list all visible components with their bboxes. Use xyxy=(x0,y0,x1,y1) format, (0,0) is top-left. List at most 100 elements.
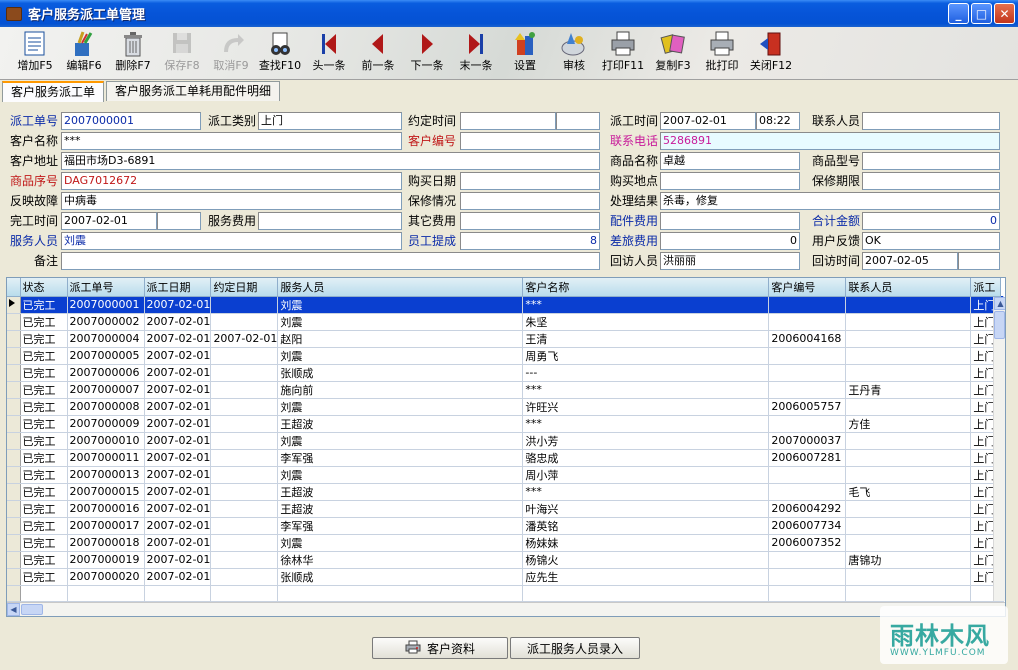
table-row[interactable]: 已完工 2007000011 2007-02-01 李军强 骆忠成 2006007281 上… xyxy=(7,449,1005,467)
grid-header-order-no[interactable]: 派工单号 xyxy=(67,278,145,297)
cell-order-no[interactable]: 2007000016 xyxy=(67,500,145,518)
cell-dispatch-date[interactable]: 2007-02-01 xyxy=(144,466,212,484)
staff-field[interactable]: 刘震 xyxy=(61,232,402,250)
grid-header-dispatch-date[interactable]: 派工日期 xyxy=(144,278,212,297)
cell-customer-name[interactable]: 杨妹妹 xyxy=(522,534,770,552)
purchase-place-field[interactable] xyxy=(660,172,800,190)
finish-clock-field[interactable] xyxy=(157,212,201,230)
scroll-left-arrow[interactable]: ◀ xyxy=(7,603,20,616)
cell-dispatch-date[interactable]: 2007-02-01 xyxy=(144,534,212,552)
horizontal-scroll-thumb[interactable] xyxy=(21,604,43,615)
table-row[interactable]: 已完工 2007000007 2007-02-01 施向前 *** 王丹青 上门 xyxy=(7,381,1005,399)
close-button[interactable]: 关闭F12 xyxy=(746,29,796,78)
cell-order-no[interactable]: 2007000008 xyxy=(67,398,145,416)
row-indicator[interactable] xyxy=(7,313,21,331)
cell-staff[interactable]: 李军强 xyxy=(277,517,524,535)
cell-order-no[interactable]: 2007000002 xyxy=(67,313,145,331)
cell-customer-no[interactable] xyxy=(768,296,847,314)
contact-field[interactable] xyxy=(862,112,1000,130)
address-field[interactable]: 福田市场D3-6891 xyxy=(61,152,600,170)
cell-contact[interactable] xyxy=(845,500,972,518)
cell-staff[interactable]: 刘震 xyxy=(277,398,524,416)
print-button[interactable]: 打印F11 xyxy=(598,29,648,78)
remark-field[interactable] xyxy=(61,252,600,270)
table-row[interactable]: 已完工 2007000015 2007-02-01 王超波 *** 毛飞 上门 xyxy=(7,483,1005,501)
cell-status[interactable]: 已完工 xyxy=(20,517,68,535)
service-fee-field[interactable] xyxy=(258,212,402,230)
tab-dispatch-order[interactable]: 客户服务派工单 xyxy=(2,81,105,102)
cell-customer-no[interactable]: 2006007734 xyxy=(768,517,847,535)
cell-staff[interactable]: 徐林华 xyxy=(277,551,524,569)
cell-customer-name[interactable]: 叶海兴 xyxy=(522,500,770,518)
cell-customer-name[interactable]: *** xyxy=(522,296,770,314)
cell-customer-name[interactable]: 许旺兴 xyxy=(522,398,770,416)
cell-status[interactable]: 已完工 xyxy=(20,313,68,331)
cell-customer-no[interactable]: 2006007281 xyxy=(768,449,847,467)
type-field[interactable]: 上门 xyxy=(258,112,402,130)
grid-header-appoint-date[interactable]: 约定日期 xyxy=(210,278,279,297)
visit-extra-field[interactable] xyxy=(958,252,1000,270)
cell-status[interactable]: 已完工 xyxy=(20,347,68,365)
customer-info-button[interactable]: 客户资料 xyxy=(372,637,508,659)
cell-status[interactable]: 已完工 xyxy=(20,432,68,450)
cell-status[interactable]: 已完工 xyxy=(20,466,68,484)
grid-header-dispatch-type[interactable]: 派工 xyxy=(970,278,1002,297)
grid-header-status[interactable]: 状态 xyxy=(20,278,68,297)
cell-contact[interactable] xyxy=(845,330,972,348)
cell-contact[interactable] xyxy=(845,466,972,484)
cell-contact[interactable] xyxy=(845,364,972,382)
cell-dispatch-date[interactable]: 2007-02-01 xyxy=(144,415,212,433)
product-model-field[interactable] xyxy=(862,152,1000,170)
row-indicator[interactable] xyxy=(7,347,21,365)
dispatch-date-field[interactable]: 2007-02-01 xyxy=(660,112,756,130)
cell-appoint-date[interactable] xyxy=(210,568,279,586)
cell-appoint-date[interactable] xyxy=(210,313,279,331)
visit-date-field[interactable]: 2007-02-05 xyxy=(862,252,958,270)
cell-staff[interactable]: 赵阳 xyxy=(277,330,524,348)
row-indicator[interactable] xyxy=(7,517,21,535)
cell-appoint-date[interactable] xyxy=(210,398,279,416)
cell-status[interactable]: 已完工 xyxy=(20,568,68,586)
other-fee-field[interactable] xyxy=(460,212,600,230)
cell-appoint-date[interactable] xyxy=(210,534,279,552)
cell-customer-name[interactable]: 应先生 xyxy=(522,568,770,586)
cell-order-no[interactable]: 2007000015 xyxy=(67,483,145,501)
cell-order-no[interactable]: 2007000020 xyxy=(67,568,145,586)
cell-dispatch-date[interactable]: 2007-02-01 xyxy=(144,313,212,331)
row-indicator[interactable] xyxy=(7,364,21,382)
cell-customer-no[interactable] xyxy=(768,466,847,484)
tab-parts-detail[interactable]: 客户服务派工单耗用配件明细 xyxy=(106,81,281,101)
row-indicator[interactable] xyxy=(7,415,21,433)
cell-order-no[interactable]: 2007000017 xyxy=(67,517,145,535)
parts-fee-field[interactable] xyxy=(660,212,800,230)
cell-order-no[interactable]: 2007000010 xyxy=(67,432,145,450)
row-indicator[interactable] xyxy=(7,551,21,569)
cell-customer-name[interactable]: *** xyxy=(522,381,770,399)
cell-appoint-date[interactable]: 2007-02-01 xyxy=(210,330,279,348)
cell-staff[interactable]: 王超波 xyxy=(277,415,524,433)
cell-contact[interactable] xyxy=(845,517,972,535)
cell-dispatch-date[interactable]: 2007-02-01 xyxy=(144,500,212,518)
minimize-button[interactable]: _ xyxy=(948,3,969,24)
cell-customer-no[interactable] xyxy=(768,415,847,433)
cell-dispatch-date[interactable]: 2007-02-01 xyxy=(144,364,212,382)
cell-status[interactable]: 已完工 xyxy=(20,449,68,467)
cell-appoint-date[interactable] xyxy=(210,551,279,569)
table-row[interactable]: 已完工 2007000001 2007-02-01 刘震 *** 上门 xyxy=(7,296,1005,314)
cell-order-no[interactable]: 2007000007 xyxy=(67,381,145,399)
cell-order-no[interactable]: 2007000006 xyxy=(67,364,145,382)
result-field[interactable]: 杀毒，修复 xyxy=(660,192,1000,210)
cell-contact[interactable]: 王丹青 xyxy=(845,381,972,399)
cell-staff[interactable]: 施向前 xyxy=(277,381,524,399)
cell-customer-name[interactable]: 洪小芳 xyxy=(522,432,770,450)
row-indicator[interactable] xyxy=(7,483,21,501)
cell-staff[interactable]: 王超波 xyxy=(277,500,524,518)
cell-appoint-date[interactable] xyxy=(210,296,279,314)
cell-customer-no[interactable]: 2006004168 xyxy=(768,330,847,348)
purchase-date-field[interactable] xyxy=(460,172,600,190)
vertical-scrollbar[interactable]: ▲ xyxy=(993,297,1005,601)
table-row[interactable]: 已完工 2007000004 2007-02-01 2007-02-01 赵阳 王清 200… xyxy=(7,330,1005,348)
cell-appoint-date[interactable] xyxy=(210,364,279,382)
cell-dispatch-date[interactable]: 2007-02-01 xyxy=(144,330,212,348)
commission-field[interactable]: 8 xyxy=(460,232,600,250)
